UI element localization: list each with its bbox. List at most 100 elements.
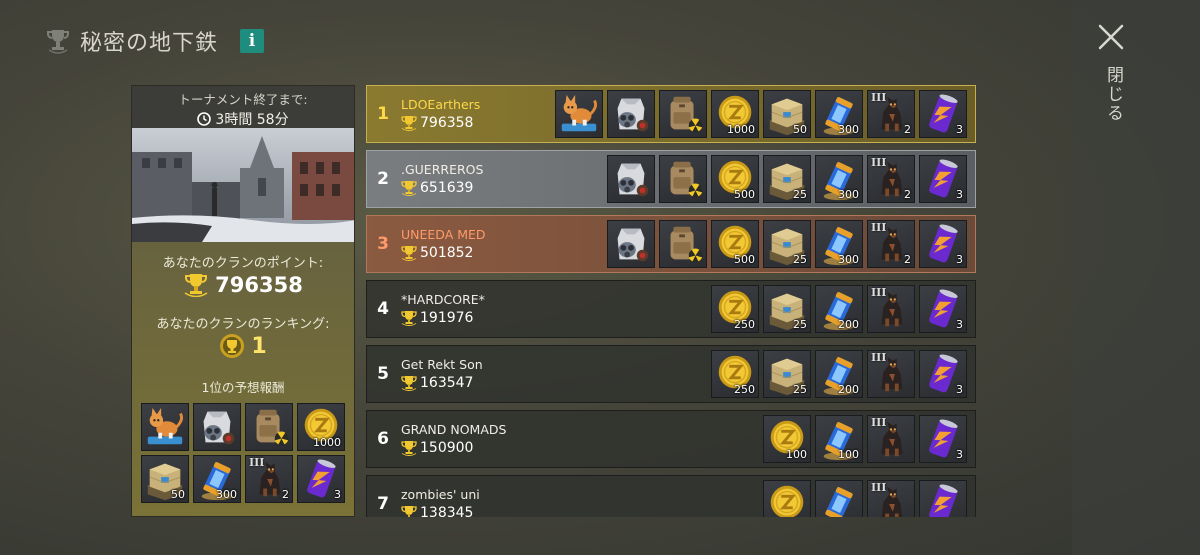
reward-item[interactable]: III [867,415,915,463]
item-tier: III [871,286,887,299]
reward-item[interactable]: 3 [919,285,967,333]
reward-item[interactable] [919,480,967,517]
reward-item[interactable]: 300 [815,220,863,268]
reward-item[interactable]: 25 [763,220,811,268]
timer-value: 3時間 58分 [132,109,354,129]
reward-item[interactable] [607,90,655,138]
score-value: 138345 [420,505,474,517]
city-scene-image [132,128,354,242]
reward-item[interactable]: III 2 [867,220,915,268]
item-quantity: 200 [838,318,859,331]
clan-name: GRAND NOMADS [401,422,507,437]
close-label[interactable]: 閉じる [1101,66,1126,123]
reward-item[interactable] [555,90,603,138]
item-tier: III [249,456,265,469]
item-quantity: 100 [838,448,859,461]
leaderboard-row[interactable]: 5 Get Rekt Son 163547 250 25 200 III 3 [366,345,976,403]
leaderboard-row[interactable]: 2 .GUERREROS 651639 500 25 300 III 2 3 [366,150,976,208]
points-number: 796358 [215,273,303,297]
row-rewards: III [763,480,967,517]
leaderboard-row[interactable]: 4 *HARDCORE* 191976 250 25 200 III 3 [366,280,976,338]
reward-item[interactable]: III 2 [867,90,915,138]
row-info: zombies' uni 138345 [397,487,763,517]
reward-item[interactable]: III [867,480,915,517]
reward-item[interactable]: III [867,285,915,333]
reward-item[interactable]: 1000 [297,403,345,451]
reward-item[interactable]: 100 [815,415,863,463]
reward-item[interactable]: 500 [711,155,759,203]
row-rank: 4 [377,299,389,319]
reward-item[interactable]: 250 [711,285,759,333]
reward-item[interactable]: 300 [193,455,241,503]
reward-item[interactable]: 25 [763,350,811,398]
reward-item[interactable]: 3 [919,415,967,463]
reward-item[interactable]: 3 [919,220,967,268]
leaderboard-row[interactable]: 1 LDOEarthers 796358 1000 50 300 III 2 3 [366,85,976,143]
clan-score: 191976 [401,310,711,326]
reward-item[interactable]: 3 [919,155,967,203]
reward-item[interactable] [659,155,707,203]
row-rewards: 1000 50 300 III 2 3 [555,90,967,138]
item-quantity: 1000 [313,436,341,449]
backpack-icon [670,161,703,198]
reward-item[interactable]: 25 [763,155,811,203]
item-quantity: 300 [216,488,237,501]
reward-item[interactable]: 300 [815,155,863,203]
item-quantity: 200 [838,383,859,396]
reward-item[interactable]: 200 [815,285,863,333]
item-quantity: 3 [956,188,963,201]
score-value: 796358 [420,115,474,131]
timer-text: 3時間 58分 [215,112,289,128]
reward-item[interactable]: 50 [141,455,189,503]
leaderboard[interactable]: 1 LDOEarthers 796358 1000 50 300 III 2 3 2 .GUERRE… [366,85,976,517]
reward-item[interactable]: 250 [711,350,759,398]
score-value: 150900 [420,440,474,456]
clan-score: 138345 [401,505,763,517]
reward-item[interactable]: 300 [815,90,863,138]
reward-item[interactable]: III 2 [867,155,915,203]
timer-box: トーナメント終了まで: 3時間 58分 [132,86,354,128]
reward-item[interactable]: 200 [815,350,863,398]
reward-item[interactable] [763,480,811,517]
points-label: あなたのクランのポイント: [162,256,324,271]
reward-item[interactable]: III 2 [245,455,293,503]
leaderboard-row[interactable]: 3 UNEEDA MED 501852 500 25 300 III 2 3 [366,215,976,273]
reward-item[interactable]: 25 [763,285,811,333]
reward-item[interactable] [245,403,293,451]
trophy-icon [401,376,417,391]
item-quantity: 50 [793,123,807,136]
reward-item[interactable]: 500 [711,220,759,268]
reward-item[interactable] [193,403,241,451]
item-quantity: 3 [956,123,963,136]
reward-item[interactable]: 3 [297,455,345,503]
backpack-icon [670,96,703,133]
location-image [132,128,354,242]
reward-grid: 1000 50 300 III 2 3 [132,403,354,503]
reward-item[interactable] [607,155,655,203]
reward-item[interactable]: III [867,350,915,398]
reward-item[interactable] [659,90,707,138]
reward-item[interactable]: 3 [919,90,967,138]
row-info: GRAND NOMADS 150900 [397,422,763,456]
reward-item[interactable]: 100 [763,415,811,463]
leaderboard-row[interactable]: 6 GRAND NOMADS 150900 100 100 III 3 [366,410,976,468]
energy-canister-icon [825,487,853,517]
info-button[interactable]: i [240,29,265,53]
rank-label: あなたのクランのランキング: [156,317,330,332]
clan-score: 651639 [401,180,607,196]
clan-name: .GUERREROS [401,162,484,177]
row-info: LDOEarthers 796358 [397,97,555,131]
reward-item[interactable] [607,220,655,268]
reward-item[interactable]: 50 [763,90,811,138]
row-rewards: 500 25 300 III 2 3 [607,220,967,268]
clan-name: zombies' uni [401,487,480,502]
reward-item[interactable]: 3 [919,350,967,398]
item-quantity: 3 [956,318,963,331]
reward-item[interactable] [659,220,707,268]
reward-item[interactable] [141,403,189,451]
reward-item[interactable]: 1000 [711,90,759,138]
leaderboard-row[interactable]: 7 zombies' uni 138345 III [366,475,976,517]
close-icon[interactable] [1096,22,1126,52]
row-rank: 5 [377,364,389,384]
reward-item[interactable] [815,480,863,517]
